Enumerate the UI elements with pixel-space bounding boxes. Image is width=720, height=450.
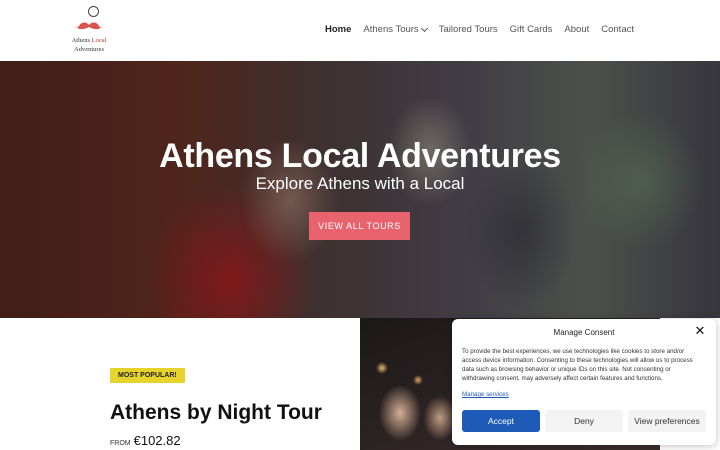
hero-subtitle: Explore Athens with a Local [255,174,465,193]
price-amount: €102.82 [133,433,181,448]
monocle-icon [88,6,99,17]
consent-buttons: Accept Deny View preferences [462,410,706,432]
cookie-consent-dialog: Manage Consent ✕ To provide the best exp… [452,319,716,445]
most-popular-badge: MOST POPULAR! [110,368,185,383]
main-nav: Home Athens Tours Tailored Tours Gift Ca… [313,24,634,35]
price-prefix: FROM [110,440,131,447]
consent-text: To provide the best experiences, we use … [462,348,693,382]
mustache-icon [76,22,102,30]
nav-about[interactable]: About [564,24,589,35]
hero-banner: Athens Local Adventures Explore Athens w… [0,61,720,318]
manage-services-link[interactable]: Manage services [462,391,509,398]
logo-text-line2: Adventures [74,46,104,53]
tour-title[interactable]: Athens by Night Tour [110,401,322,425]
tour-info-panel [0,318,360,450]
nav-athens-tours[interactable]: Athens Tours [363,24,428,35]
site-logo[interactable]: Athens Local Adventures [68,6,110,54]
nav-home[interactable]: Home [325,24,351,35]
view-all-tours-button[interactable]: VIEW ALL TOURS [309,212,410,240]
accept-button[interactable]: Accept [462,410,540,432]
nav-athens-tours-label: Athens Tours [363,24,419,35]
view-preferences-button[interactable]: View preferences [628,410,706,432]
nav-gift-cards[interactable]: Gift Cards [510,24,553,35]
nav-contact[interactable]: Contact [601,24,634,35]
consent-title: Manage Consent [553,328,615,337]
deny-button[interactable]: Deny [545,410,623,432]
chevron-down-icon [420,24,428,32]
close-icon[interactable]: ✕ [694,324,706,337]
hero-title: Athens Local Adventures [159,137,561,175]
site-header: Athens Local Adventures Home Athens Tour… [0,0,720,61]
tour-price: FROM €102.82 [110,433,181,448]
logo-text-line1: Athens Local [71,37,107,44]
nav-tailored-tours[interactable]: Tailored Tours [439,24,498,35]
